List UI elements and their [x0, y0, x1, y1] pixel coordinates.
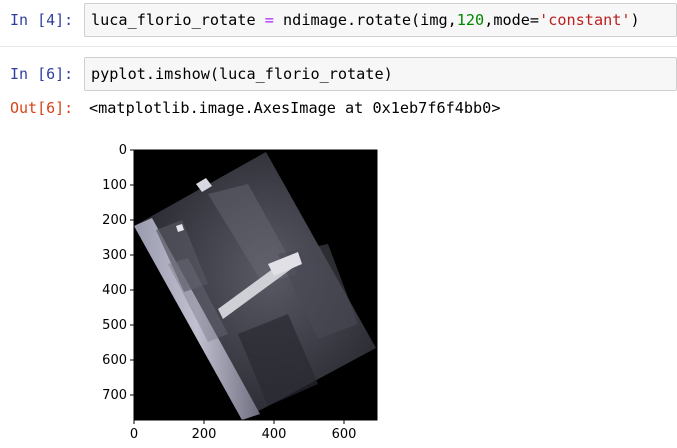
- x-tick-label: 200: [192, 427, 217, 442]
- cell4-code: luca_florio_rotate = ndimage.rotate(img,…: [91, 10, 640, 30]
- x-tick-label: 400: [262, 427, 287, 442]
- cell6-output-text: <matplotlib.image.AxesImage at 0x1eb7f6f…: [89, 99, 501, 117]
- y-tick-label: 600: [102, 353, 127, 368]
- y-tick-label: 500: [102, 318, 127, 333]
- cell-divider: [0, 46, 677, 47]
- code-close: ): [630, 11, 640, 29]
- y-axis: 0 100 200 300 400 500 600 700: [102, 143, 134, 403]
- y-tick-label: 400: [102, 283, 127, 298]
- imshow-plot: 0 100 200 300 400 500 600 700 0 200 400 …: [102, 143, 378, 442]
- code-number: 120: [456, 11, 485, 29]
- code-keyword: ,mode=: [484, 11, 540, 29]
- cell6-prompt: In [6]:: [10, 65, 74, 83]
- x-tick-label: 600: [332, 427, 357, 442]
- code-variable: luca_florio_rotate: [91, 11, 256, 29]
- code-call: ndimage.rotate(img,: [283, 11, 457, 29]
- cell4-prompt: In [4]:: [10, 11, 74, 29]
- cell6-out-prompt: Out[6]:: [10, 99, 74, 117]
- y-tick-label: 300: [102, 248, 127, 263]
- x-axis: 0 200 400 600: [130, 420, 357, 442]
- code-assign: =: [255, 11, 284, 29]
- y-tick-label: 700: [102, 388, 127, 403]
- y-tick-label: 0: [119, 143, 127, 158]
- x-tick-label: 0: [130, 427, 138, 442]
- y-tick-label: 100: [102, 178, 127, 193]
- cell6-code-input[interactable]: pyplot.imshow(luca_florio_rotate): [84, 57, 677, 91]
- y-tick-label: 200: [102, 213, 127, 228]
- cell6-code: pyplot.imshow(luca_florio_rotate): [91, 65, 393, 83]
- code-string: 'constant': [539, 11, 631, 29]
- cell4-code-input[interactable]: luca_florio_rotate = ndimage.rotate(img,…: [84, 3, 677, 37]
